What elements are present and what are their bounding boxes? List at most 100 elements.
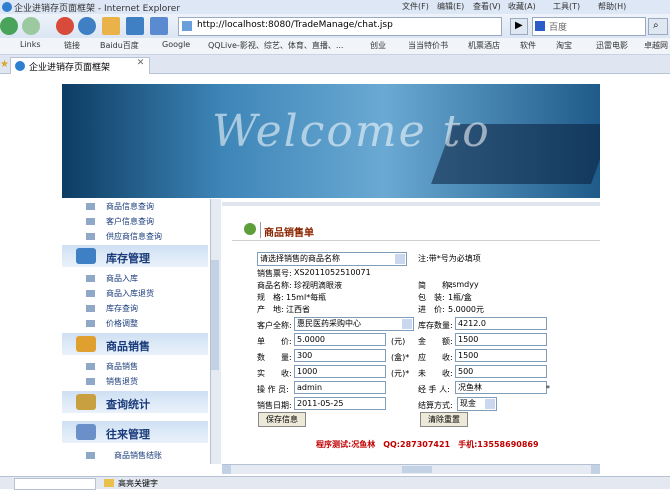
in-price-value: 5.0000元 bbox=[448, 305, 484, 314]
menu-tools[interactable]: 工具(T) bbox=[553, 1, 580, 12]
unit-price-label: 单 价: bbox=[257, 337, 292, 346]
forward-icon[interactable] bbox=[22, 17, 40, 35]
link-joyo[interactable]: 卓越网 bbox=[644, 40, 670, 51]
form-header-icon bbox=[244, 223, 256, 235]
highlight-icon bbox=[104, 479, 114, 487]
link-taobao[interactable]: 淘宝 bbox=[556, 40, 572, 51]
menu-file[interactable]: 文件(F) bbox=[402, 1, 429, 12]
receivable-label: 应 收: bbox=[418, 353, 453, 362]
tab-main[interactable]: 企业进销存页面框架 bbox=[10, 57, 150, 74]
sidebar-scrollbar-thumb[interactable] bbox=[211, 260, 219, 370]
link-chuangye[interactable]: 创业 bbox=[370, 40, 386, 51]
content-horizontal-scrollbar[interactable] bbox=[222, 464, 600, 474]
sidebar-item-product-query[interactable]: 商品信息查询 bbox=[106, 201, 154, 212]
product-select[interactable]: 请选择销售的商品名称 bbox=[257, 252, 407, 266]
baidu-icon bbox=[535, 21, 545, 31]
required-note: 注:带*号为必填项 bbox=[418, 254, 481, 263]
sidebar-arrow-icon bbox=[86, 363, 95, 370]
sidebar-item-supplier-query[interactable]: 供应商信息查询 bbox=[106, 231, 162, 242]
go-arrow-icon: ▶ bbox=[515, 20, 523, 31]
operator-field[interactable]: admin bbox=[294, 381, 386, 394]
link-lianjie[interactable]: 链接 bbox=[64, 40, 80, 51]
search-box[interactable]: 百度 bbox=[532, 17, 646, 36]
stock-field[interactable]: 4212.0 bbox=[455, 317, 547, 330]
sidebar-section-inventory[interactable]: 库存管理 bbox=[62, 245, 208, 267]
go-button[interactable]: ▶ bbox=[510, 18, 528, 35]
link-flights[interactable]: 机票酒店 bbox=[468, 40, 500, 51]
link-baidu[interactable]: Baidu百度 bbox=[100, 40, 139, 51]
product-name-value: 珍视明滴眼液 bbox=[294, 281, 342, 290]
sidebar-arrow-icon bbox=[86, 452, 95, 459]
qty-field[interactable]: 300 bbox=[294, 349, 386, 362]
origin-label: 产 地: bbox=[257, 305, 284, 314]
receivable-field[interactable]: 1500 bbox=[455, 349, 547, 362]
banner-text: Welcome to bbox=[212, 106, 491, 157]
sidebar-section-sales[interactable]: 商品销售 bbox=[62, 333, 208, 355]
save-button[interactable]: 保存信息 bbox=[258, 412, 306, 427]
amount-label: 金 额: bbox=[418, 337, 453, 346]
menu-favorites[interactable]: 收藏(A) bbox=[508, 1, 536, 12]
link-software[interactable]: 软件 bbox=[520, 40, 536, 51]
reset-button[interactable]: 清除重置 bbox=[420, 412, 468, 427]
sidebar-item-sales-return[interactable]: 销售退货 bbox=[106, 376, 138, 387]
sidebar-item-stock-in[interactable]: 商品入库 bbox=[106, 273, 138, 284]
short-name-value: zsmdyy bbox=[448, 280, 479, 289]
sidebar-item-price-adjust[interactable]: 价格调整 bbox=[106, 318, 138, 329]
link-xunlei[interactable]: 迅雷电影 bbox=[596, 40, 628, 51]
sidebar-section-query[interactable]: 查询统计 bbox=[62, 391, 208, 413]
menu-view[interactable]: 查看(V) bbox=[473, 1, 501, 12]
product-select-value: 请选择销售的商品名称 bbox=[260, 254, 340, 263]
received-field[interactable]: 1000 bbox=[294, 365, 386, 378]
sidebar-section-dealings[interactable]: 往来管理 bbox=[62, 421, 208, 443]
tab-bar: ★ 企业进销存页面框架 ✕ bbox=[0, 55, 670, 74]
chevron-down-icon bbox=[485, 399, 495, 409]
sidebar-section-title: 商品销售 bbox=[106, 340, 150, 353]
qty-label: 数 量: bbox=[257, 353, 292, 362]
customer-select[interactable]: 惠民医药采购中心 bbox=[294, 317, 414, 331]
sidebar-item-stock-query[interactable]: 库存查询 bbox=[106, 303, 138, 314]
sales-icon bbox=[76, 336, 96, 352]
scrollbar-thumb[interactable] bbox=[402, 466, 432, 473]
sidebar-item-sales[interactable]: 商品销售 bbox=[106, 361, 138, 372]
sidebar-item-stock-in-return[interactable]: 商品入库退货 bbox=[106, 288, 154, 299]
unit-price-unit: (元) bbox=[391, 337, 406, 346]
stock-label: 库存数量: bbox=[418, 321, 453, 330]
sidebar-arrow-icon bbox=[86, 218, 95, 225]
refresh-icon[interactable] bbox=[78, 17, 96, 35]
amount-field[interactable]: 1500 bbox=[455, 333, 547, 346]
menu-edit[interactable]: 编辑(E) bbox=[437, 1, 464, 12]
date-field[interactable]: 2011-05-25 bbox=[294, 397, 386, 410]
handler-label: 经 手 人: bbox=[418, 385, 450, 394]
link-qqlive[interactable]: QQLive-影视、综艺、体育、直播、... bbox=[208, 40, 348, 51]
chevron-down-icon bbox=[402, 319, 412, 329]
back-icon[interactable] bbox=[0, 17, 18, 35]
scroll-left-icon[interactable] bbox=[222, 465, 231, 474]
sidebar-item-customer-query[interactable]: 客户信息查询 bbox=[106, 216, 154, 227]
highlight-keywords[interactable]: 高亮关键字 bbox=[118, 478, 158, 489]
link-dangdang[interactable]: 当当特价书 bbox=[408, 40, 448, 51]
operator-label: 操 作 员: bbox=[257, 385, 289, 394]
link-links[interactable]: Links bbox=[20, 40, 41, 49]
tab-close-icon[interactable]: ✕ bbox=[135, 58, 146, 69]
handler-field[interactable]: 况鱼林 bbox=[455, 381, 547, 394]
product-name-label: 商品名称: bbox=[257, 281, 292, 290]
sidebar-item-sales-settlement[interactable]: 商品销售结账 bbox=[114, 450, 162, 461]
sidebar-arrow-icon bbox=[86, 275, 95, 282]
received-unit: (元)* bbox=[391, 369, 410, 378]
menu-help[interactable]: 帮助(H) bbox=[598, 1, 626, 12]
favorites-star-icon[interactable]: ★ bbox=[0, 59, 9, 70]
settle-label: 结算方式: bbox=[418, 401, 453, 410]
status-field bbox=[14, 478, 96, 490]
search-button[interactable]: ⌕ bbox=[648, 18, 668, 35]
settle-select[interactable]: 现金 bbox=[457, 397, 497, 411]
stop-icon[interactable] bbox=[56, 17, 74, 35]
favorites-icon[interactable] bbox=[126, 17, 144, 35]
history-icon[interactable] bbox=[150, 17, 168, 35]
link-google[interactable]: Google bbox=[162, 40, 190, 49]
unit-price-field[interactable]: 5.0000 bbox=[294, 333, 386, 346]
address-bar[interactable]: http://localhost:8080/TradeManage/chat.j… bbox=[178, 17, 502, 36]
unreceived-field[interactable]: 500 bbox=[455, 365, 547, 378]
home-icon[interactable] bbox=[102, 17, 120, 35]
scroll-right-icon[interactable] bbox=[591, 465, 600, 474]
in-price-label: 进 价: bbox=[418, 305, 445, 314]
